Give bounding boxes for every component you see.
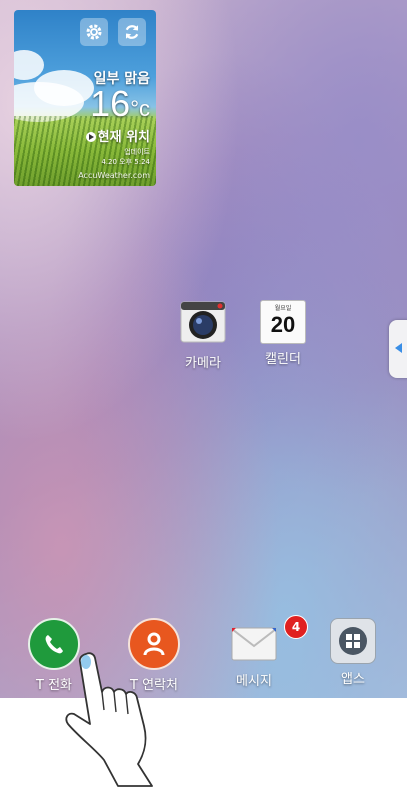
camera-label: 카메라 [185,356,221,371]
weather-location[interactable]: 현재 위치 [85,126,150,145]
calendar-day: 월요일 [274,305,292,312]
cloud-decoration [34,70,94,106]
refresh-icon [125,25,139,39]
gear-icon [86,24,102,40]
chevron-left-icon [395,343,402,353]
pointing-hand-icon [65,652,153,787]
unread-badge: 4 [284,615,308,639]
weather-widget[interactable]: 일부 맑음 16°c 현재 위치 업데이트 4.20 오후 5:24 AccuW… [14,10,156,186]
weather-refresh-button[interactable] [118,18,146,46]
apps-label: 앱스 [341,672,365,687]
calendar-date: 20 [270,312,296,337]
messages-label: 메시지 [236,674,272,689]
location-label: 현재 위치 [97,130,150,145]
dock-messages[interactable]: 4 메시지 [209,615,308,689]
weather-updated-time: 4.20 오후 5:24 [101,158,150,166]
camera-app[interactable]: 카메라 [163,300,243,371]
weather-updated-label: 업데이트 [124,148,150,156]
camera-icon [180,301,226,343]
mail-icon: 4 [230,615,308,666]
calendar-label: 캘린더 [265,352,301,367]
weather-temperature: 16°c [90,84,150,129]
calendar-icon: 월요일 20 [260,300,306,344]
temperature-value: 16 [90,83,131,124]
weather-brand: AccuWeather.com [78,171,150,180]
dock-apps[interactable]: 앱스 [308,618,398,687]
apps-icon [330,618,376,664]
calendar-app[interactable]: 월요일 20 캘린더 [243,300,323,367]
weather-settings-button[interactable] [80,18,108,46]
side-panel-handle[interactable] [389,320,407,378]
cloud-decoration [14,50,44,80]
temperature-unit: °c [130,96,150,121]
location-arrow-icon [85,132,96,142]
